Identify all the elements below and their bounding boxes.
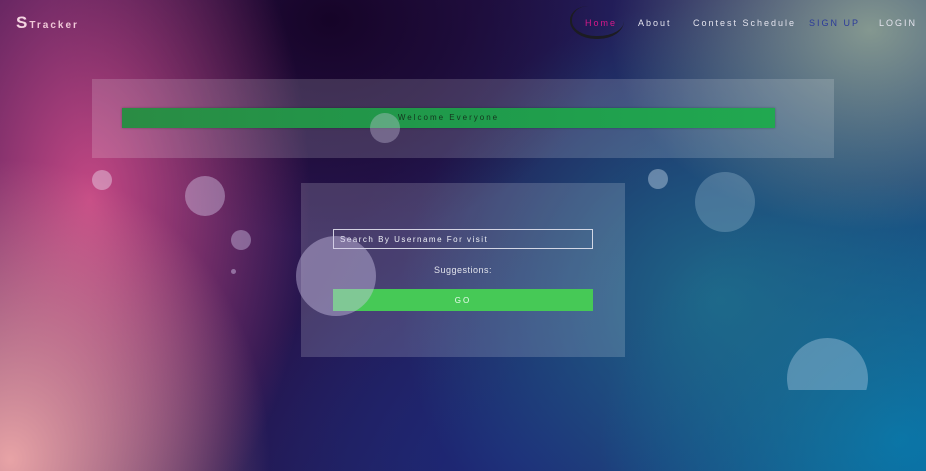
nav-item-about[interactable]: About [638,18,672,28]
welcome-panel: Welcome Everyone [92,79,834,158]
decorative-bubble [231,230,251,250]
welcome-banner: Welcome Everyone [122,108,775,128]
decorative-bubble [370,113,400,143]
nav-item-home[interactable]: Home [585,18,617,28]
search-input[interactable] [333,229,593,249]
decorative-bubble [92,170,112,190]
logo[interactable]: STracker [16,13,79,33]
logo-text: Tracker [29,20,79,31]
decorative-bubble [648,169,668,189]
decorative-bubble [695,172,755,232]
decorative-half-bubble [787,338,868,390]
nav-item-sign-up[interactable]: SIGN UP [809,18,860,28]
decorative-bubble [231,269,236,274]
decorative-bubble [185,176,225,216]
decorative-bubble [787,338,868,390]
nav-item-contest-schedule[interactable]: Contest Schedule [693,18,796,28]
logo-initial: S [16,13,30,32]
decorative-bubble [296,236,376,316]
nav-item-login[interactable]: LOGIN [879,18,917,28]
welcome-text: Welcome Everyone [397,113,500,122]
